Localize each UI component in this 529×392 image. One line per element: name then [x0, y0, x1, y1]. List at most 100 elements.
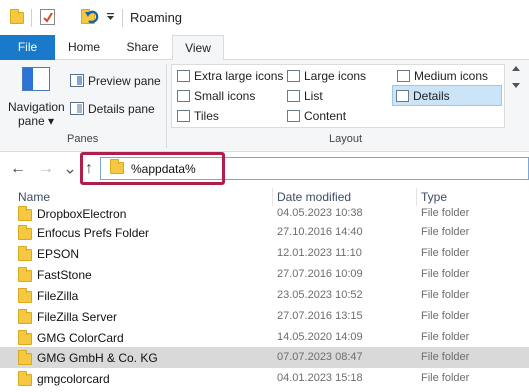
folder-icon	[10, 9, 24, 24]
layout-small-icons[interactable]: Small icons	[174, 86, 280, 106]
table-row[interactable]: GMG GmbH & Co. KG 07.07.2023 08:47 File …	[0, 347, 529, 368]
tiles-icon	[177, 110, 190, 122]
file-name: EPSON	[37, 247, 80, 261]
forward-arrow-icon[interactable]: →	[38, 160, 54, 178]
file-type: File folder	[421, 372, 470, 384]
folder-icon	[18, 288, 32, 303]
list-icon	[287, 90, 300, 102]
navigation-pane-button[interactable]: Navigation pane ▾	[8, 65, 65, 131]
tab-view[interactable]: View	[172, 35, 224, 61]
column-divider[interactable]	[272, 188, 273, 206]
extra-large-icons-icon	[177, 70, 190, 82]
highlight-annotation	[80, 152, 225, 185]
layout-scroll[interactable]	[509, 66, 523, 126]
folder-icon	[18, 330, 32, 345]
layout-label: Medium icons	[414, 69, 489, 83]
preview-pane-button[interactable]: Preview pane	[70, 71, 162, 91]
file-type: File folder	[421, 268, 470, 280]
table-row[interactable]: EPSON 12.01.2023 11:10 File folder	[0, 243, 529, 264]
file-type: File folder	[421, 207, 470, 219]
undo-icon[interactable]	[84, 8, 100, 29]
file-date: 04.05.2023 10:38	[277, 207, 363, 219]
folder-icon	[18, 246, 32, 261]
table-row[interactable]: FileZilla Server 27.07.2016 13:15 File f…	[0, 306, 529, 327]
group-divider	[166, 64, 167, 148]
layout-tiles[interactable]: Tiles	[174, 106, 280, 126]
file-date: 12.01.2023 11:10	[277, 247, 362, 259]
layout-large-icons[interactable]: Large icons	[284, 66, 390, 86]
file-type: File folder	[421, 310, 470, 322]
scroll-down-icon[interactable]	[512, 83, 520, 88]
layout-label: Large icons	[304, 69, 367, 83]
address-row: ← → ↑ %appdata%	[0, 152, 529, 186]
medium-icons-icon	[397, 70, 410, 82]
title-bar: Roaming	[0, 0, 529, 35]
ribbon: Navigation pane ▾ Preview pane Details p…	[0, 60, 529, 152]
layout-details[interactable]: Details	[392, 85, 502, 106]
file-date: 27.07.2016 10:09	[277, 268, 363, 280]
layout-list[interactable]: List	[284, 86, 390, 106]
small-icons-icon	[177, 90, 190, 102]
folder-icon	[18, 350, 32, 365]
details-pane-button[interactable]: Details pane	[70, 99, 162, 119]
file-date: 27.10.2016 14:40	[277, 226, 363, 238]
ribbon-tabs: File Home Share View	[0, 35, 529, 61]
window-title: Roaming	[130, 10, 183, 25]
table-row[interactable]: FastStone 27.07.2016 10:09 File folder	[0, 264, 529, 285]
layout-label: Content	[304, 109, 347, 123]
divider	[122, 9, 123, 27]
customize-toolbar-icon[interactable]	[106, 11, 115, 25]
back-arrow-icon[interactable]: ←	[10, 160, 26, 178]
details-pane-label: Details pane	[88, 102, 155, 116]
folder-icon	[18, 371, 32, 386]
preview-pane-label: Preview pane	[88, 74, 161, 88]
navigation-pane-label: Navigation pane ▾	[8, 100, 65, 128]
content-icon	[287, 110, 300, 122]
details-pane-icon	[70, 102, 84, 115]
tab-share[interactable]: Share	[115, 35, 170, 60]
panes-group-label: Panes	[67, 133, 99, 145]
file-name: Enfocus Prefs Folder	[37, 226, 150, 240]
large-icons-icon	[287, 70, 300, 82]
file-name: FileZilla	[37, 289, 79, 303]
file-type: File folder	[421, 331, 470, 343]
layout-label: Details	[413, 89, 450, 103]
tab-file[interactable]: File	[0, 35, 55, 60]
table-row[interactable]: gmgcolorcard 04.01.2023 15:18 File folde…	[0, 368, 529, 389]
layout-extra-large-icons[interactable]: Extra large icons	[174, 66, 283, 86]
folder-icon	[18, 267, 32, 282]
tab-home[interactable]: Home	[58, 35, 110, 60]
layout-medium-icons[interactable]: Medium icons	[394, 66, 500, 86]
file-list: DropboxElectron 04.05.2023 10:38 File fo…	[0, 206, 529, 392]
file-name: gmgcolorcard	[37, 372, 110, 386]
file-date: 23.05.2023 10:52	[277, 289, 363, 301]
file-date: 14.05.2020 14:09	[277, 331, 363, 343]
file-type: File folder	[421, 289, 470, 301]
layout-content[interactable]: Content	[284, 106, 390, 126]
file-name: DropboxElectron	[37, 207, 127, 221]
layout-group-label: Layout	[329, 133, 363, 145]
layout-gallery: Extra large icons Large icons Medium ico…	[171, 64, 505, 128]
preview-pane-icon	[70, 74, 84, 87]
table-row[interactable]: GMG ColorCard 14.05.2020 14:09 File fold…	[0, 327, 529, 348]
file-date: 27.07.2016 13:15	[277, 310, 363, 322]
details-icon	[396, 90, 409, 102]
file-name: GMG ColorCard	[37, 331, 124, 345]
file-name: GMG GmbH & Co. KG	[37, 351, 158, 365]
table-row[interactable]: FileZilla 23.05.2023 10:52 File folder	[0, 285, 529, 306]
layout-label: List	[304, 89, 323, 103]
file-name: FastStone	[37, 268, 92, 282]
file-type: File folder	[421, 351, 470, 363]
table-row[interactable]: Enfocus Prefs Folder 27.10.2016 14:40 Fi…	[0, 222, 529, 243]
file-date: 04.01.2023 15:18	[277, 372, 363, 384]
file-date: 07.07.2023 08:47	[277, 351, 363, 363]
properties-icon[interactable]	[40, 9, 55, 25]
divider	[31, 9, 32, 27]
recent-locations-icon[interactable]	[66, 164, 74, 178]
scroll-up-icon[interactable]	[512, 66, 520, 71]
column-divider[interactable]	[416, 188, 417, 206]
navigation-pane-icon	[22, 67, 50, 91]
layout-label: Tiles	[194, 109, 219, 123]
folder-icon	[18, 309, 32, 324]
folder-icon	[18, 206, 32, 221]
